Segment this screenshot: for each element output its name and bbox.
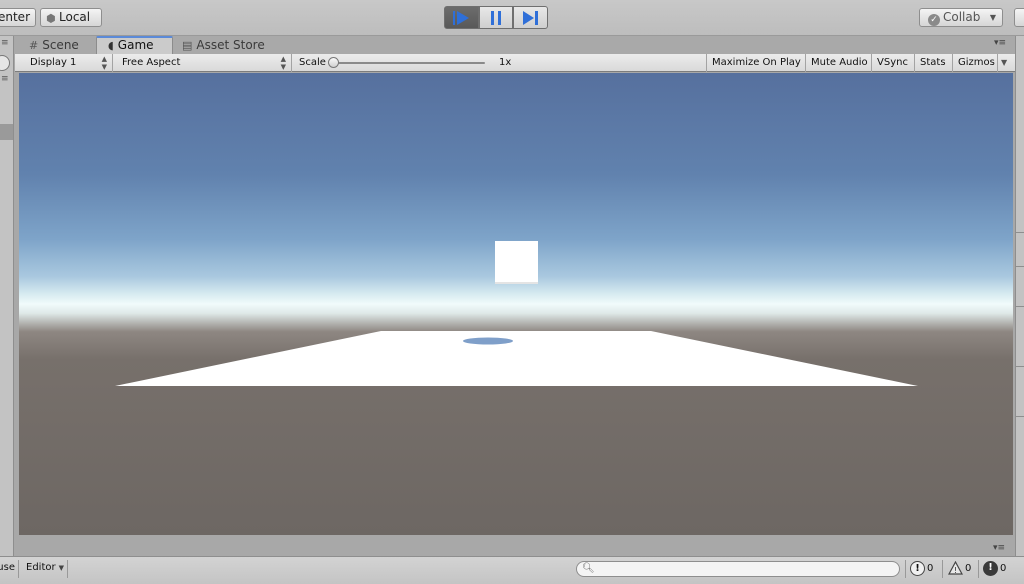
collab-button[interactable]: ✓ Collab ▼ <box>919 8 1003 27</box>
scale-slider-track[interactable] <box>335 62 485 64</box>
aspect-dropdown[interactable]: Free Aspect ▲ ▼ <box>115 54 292 72</box>
panel-divider <box>1016 306 1024 307</box>
stats-toggle[interactable]: Stats <box>914 54 952 72</box>
game-view-toolbar: Display 1 ▲ ▼ Free Aspect ▲ ▼ Scale 1x Max… <box>15 54 1015 72</box>
scale-control: Scale 1x <box>292 54 511 72</box>
tab-scene[interactable]: # Scene <box>29 37 79 54</box>
updown-arrows-icon: ▲ ▼ <box>101 55 107 71</box>
check-icon: ✓ <box>928 14 940 26</box>
panel-divider <box>1016 416 1024 417</box>
pivot-mode-button[interactable]: Center <box>0 8 36 27</box>
ground-plane <box>115 331 918 386</box>
playback-controls <box>444 6 549 29</box>
scale-value: 1x <box>499 57 512 68</box>
maximize-on-play-toggle[interactable]: Maximize On Play <box>706 54 805 72</box>
updown-arrows-icon: ▲ ▼ <box>280 55 286 71</box>
editor-label: Editor <box>26 562 56 573</box>
vsync-label: VSync <box>877 57 908 68</box>
display-dropdown[interactable]: Display 1 ▲ ▼ <box>23 54 113 72</box>
chevron-down-icon: ▼ <box>1001 58 1008 67</box>
warning-count-toggle[interactable]: ! 0 <box>942 560 971 578</box>
info-icon: ! <box>910 560 925 576</box>
game-viewport[interactable] <box>19 73 1013 535</box>
pivot-mode-label: Center <box>0 10 30 24</box>
panel-divider <box>1016 232 1024 233</box>
view-tab-bar: # Scene ◖ Game ▤ Asset Store ▾≡ <box>15 36 1015 54</box>
editor-dropdown[interactable]: Editor ▼ <box>22 560 68 578</box>
gizmos-toggle[interactable]: Gizmos <box>952 54 997 72</box>
warning-icon: ! <box>947 560 963 576</box>
console-search: 🔍︎ <box>576 561 900 577</box>
pause-toggle[interactable]: use <box>0 560 19 578</box>
play-icon <box>453 10 470 25</box>
mute-audio-label: Mute Audio <box>811 57 868 68</box>
warning-count: 0 <box>965 563 972 574</box>
store-icon: ▤ <box>182 39 193 52</box>
scale-label: Scale <box>299 57 326 68</box>
play-button[interactable] <box>444 6 479 29</box>
display-value: Display 1 <box>30 57 77 68</box>
error-count: 0 <box>1000 563 1007 574</box>
tab-asset-store[interactable]: ▤ Asset Store <box>182 37 265 54</box>
search-icon: 🔍︎ <box>582 563 595 574</box>
pause-label: use <box>0 562 15 573</box>
space-mode-label: Local <box>59 10 91 24</box>
tab-game[interactable]: ◖ Game <box>96 36 173 54</box>
mute-audio-toggle[interactable]: Mute Audio <box>805 54 871 72</box>
hierarchy-scrollbar[interactable] <box>0 124 13 140</box>
space-mode-button[interactable]: ⬢ Local <box>40 8 102 27</box>
maximize-on-play-label: Maximize On Play <box>712 57 801 68</box>
panel-divider <box>1016 366 1024 367</box>
svg-text:!: ! <box>953 566 956 575</box>
inspector-panel-edge <box>1015 36 1024 556</box>
cube-shade-edge <box>495 282 538 284</box>
main-toolbar: Center ⬢Local ✓Collab ▼ <box>0 0 1024 36</box>
console-toolbar: use Editor▼ 🔍︎ !0 ! 0 !0 <box>0 556 1024 584</box>
panel-menu-icon[interactable]: ≡ <box>1 74 9 84</box>
chevron-down-icon: ▼ <box>58 564 64 572</box>
cube-shadow <box>463 337 513 345</box>
pause-icon <box>491 10 501 25</box>
cube-icon: ⬢ <box>46 12 56 25</box>
collab-label: Collab <box>943 10 981 24</box>
vsync-toggle[interactable]: VSync <box>871 54 914 72</box>
error-icon: ! <box>983 560 998 576</box>
aspect-value: Free Aspect <box>122 57 181 68</box>
panel-divider <box>1016 266 1024 267</box>
gizmos-label: Gizmos <box>958 57 995 68</box>
tab-game-label: Game <box>117 38 154 52</box>
info-count-toggle[interactable]: ! 0 <box>905 560 933 578</box>
info-count: 0 <box>927 563 934 574</box>
chevron-down-icon: ▼ <box>989 13 996 22</box>
game-icon: ◖ <box>108 39 114 52</box>
grid-icon: # <box>29 39 39 52</box>
panel-menu-icon[interactable]: ≡ <box>1 38 9 48</box>
account-button[interactable] <box>1014 8 1024 27</box>
console-search-input[interactable] <box>595 563 885 575</box>
panel-menu-icon[interactable]: ▾≡ <box>993 543 1005 553</box>
pause-button[interactable] <box>478 6 514 29</box>
step-icon <box>522 10 538 25</box>
scale-slider-thumb[interactable] <box>328 57 339 68</box>
error-count-toggle[interactable]: ! 0 <box>978 560 1006 578</box>
tab-asset-store-label: Asset Store <box>196 38 265 52</box>
scene-render <box>115 241 918 386</box>
stats-label: Stats <box>920 57 946 68</box>
tab-menu-icon[interactable]: ▾≡ <box>994 38 1006 48</box>
hierarchy-panel-edge: ≡ ≡ <box>0 36 14 556</box>
gizmos-dropdown[interactable]: ▼ <box>997 54 1011 72</box>
search-icon[interactable] <box>0 55 10 71</box>
floating-cube <box>495 241 538 284</box>
tab-scene-label: Scene <box>42 38 79 52</box>
step-button[interactable] <box>513 6 549 29</box>
